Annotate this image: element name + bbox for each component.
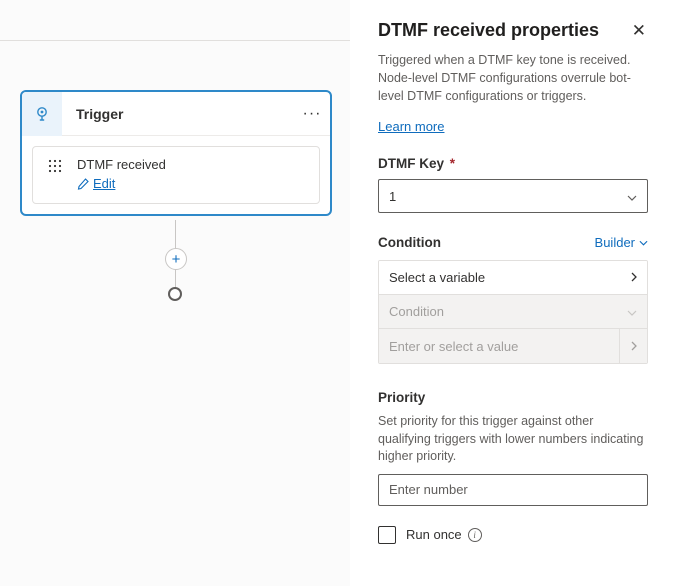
dtmf-key-value: 1 xyxy=(389,189,396,204)
node-header: Trigger ··· xyxy=(22,92,330,136)
dialpad-icon xyxy=(45,157,65,175)
chevron-down-icon xyxy=(627,304,637,319)
edit-link-label: Edit xyxy=(93,176,115,191)
node-more-button[interactable]: ··· xyxy=(294,92,330,136)
chevron-down-icon xyxy=(639,240,648,246)
dtmf-key-select[interactable]: 1 xyxy=(378,179,648,213)
chevron-down-icon xyxy=(627,189,637,204)
node-item-content: DTMF received Edit xyxy=(77,157,307,193)
node-title: Trigger xyxy=(62,106,294,122)
priority-label: Priority xyxy=(378,390,648,405)
priority-input[interactable] xyxy=(378,474,648,506)
condition-group: Select a variable Condition Enter or sel… xyxy=(378,260,648,364)
chevron-right-icon xyxy=(619,329,647,363)
panel-description: Triggered when a DTMF key tone is receiv… xyxy=(378,51,648,105)
condition-value-select: Enter or select a value xyxy=(379,329,647,363)
condition-value-placeholder: Enter or select a value xyxy=(389,339,518,354)
chevron-right-icon xyxy=(631,270,637,285)
learn-more-link[interactable]: Learn more xyxy=(378,119,444,134)
condition-label: Condition xyxy=(378,235,441,250)
required-marker: * xyxy=(450,156,455,171)
run-once-row: Run once i xyxy=(378,526,648,544)
condition-variable-select[interactable]: Select a variable xyxy=(379,261,647,295)
info-icon[interactable]: i xyxy=(468,528,482,542)
panel-title: DTMF received properties xyxy=(378,20,599,41)
edit-link[interactable]: Edit xyxy=(77,176,115,191)
condition-operator-select: Condition xyxy=(379,295,647,329)
priority-label-text: Priority xyxy=(378,390,425,405)
close-button[interactable]: ✕ xyxy=(630,20,648,41)
dtmf-trigger-item[interactable]: DTMF received Edit xyxy=(32,146,320,204)
trigger-node[interactable]: Trigger ··· DTMF received xyxy=(20,90,332,216)
flow-end-marker xyxy=(168,287,182,301)
run-once-label-text: Run once xyxy=(406,527,462,542)
condition-header: Condition Builder xyxy=(378,235,648,250)
condition-operator-placeholder: Condition xyxy=(389,304,444,319)
dtmf-key-label-text: DTMF Key xyxy=(378,156,444,171)
flow-canvas: Trigger ··· DTMF received xyxy=(0,0,350,586)
node-body: DTMF received Edit xyxy=(22,136,330,214)
canvas-divider xyxy=(0,40,350,41)
pencil-icon xyxy=(77,178,89,190)
priority-description: Set priority for this trigger against ot… xyxy=(378,413,648,466)
add-node-button[interactable]: + xyxy=(165,248,187,270)
builder-toggle[interactable]: Builder xyxy=(595,235,648,250)
run-once-checkbox[interactable] xyxy=(378,526,396,544)
panel-header: DTMF received properties ✕ xyxy=(378,20,648,41)
builder-label: Builder xyxy=(595,235,635,250)
run-once-label: Run once i xyxy=(406,527,482,542)
node-item-title: DTMF received xyxy=(77,157,307,172)
properties-panel: DTMF received properties ✕ Triggered whe… xyxy=(350,0,674,586)
condition-variable-placeholder: Select a variable xyxy=(389,270,485,285)
dtmf-key-label: DTMF Key * xyxy=(378,156,648,171)
trigger-icon xyxy=(22,92,62,136)
